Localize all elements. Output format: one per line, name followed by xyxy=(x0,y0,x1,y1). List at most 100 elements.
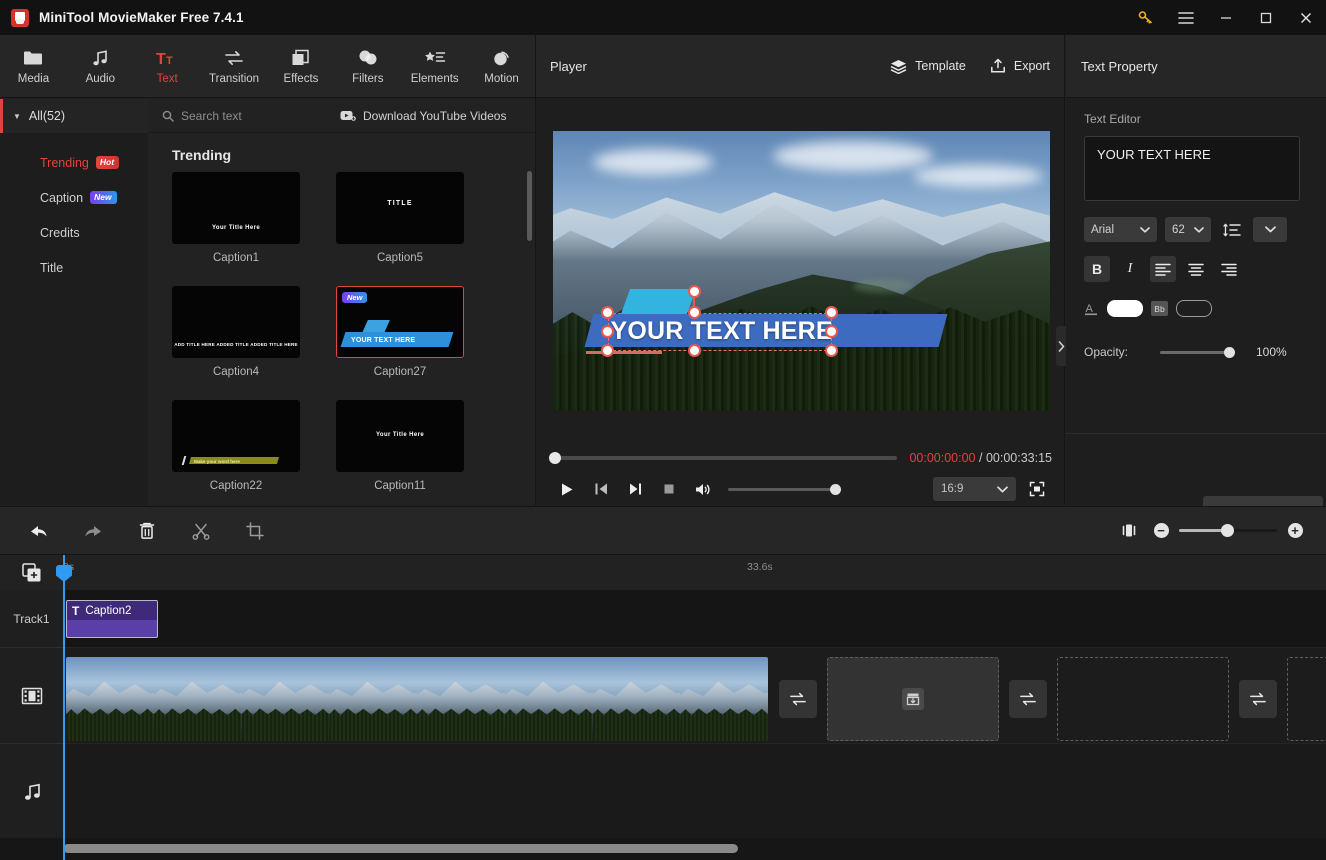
track-header-video[interactable] xyxy=(0,648,63,744)
text-editor-input[interactable]: YOUR TEXT HERE xyxy=(1084,136,1300,201)
media-drop-slot-2[interactable] xyxy=(1057,657,1229,741)
progress-knob[interactable] xyxy=(549,452,561,464)
aspect-ratio-select[interactable]: 16:9 xyxy=(933,477,1016,501)
tool-filters[interactable]: Filters xyxy=(334,35,401,98)
zoom-knob[interactable] xyxy=(1221,524,1234,537)
resize-handle-bottom-right[interactable] xyxy=(825,344,838,357)
fit-timeline-button[interactable] xyxy=(1112,514,1146,548)
template-card-caption27[interactable]: New YOUR TEXT HERE Caption27 xyxy=(336,286,464,378)
template-card-caption4[interactable]: ADD TITLE HERE ADDED TITLE ADDED TITLE H… xyxy=(172,286,300,378)
template-card-caption5[interactable]: TITLE Caption5 xyxy=(336,172,464,264)
opacity-slider[interactable] xyxy=(1160,351,1230,354)
transition-slot-2[interactable] xyxy=(1009,680,1047,718)
next-frame-button[interactable] xyxy=(618,473,652,505)
all-categories-row[interactable]: ▼ All(52) xyxy=(0,99,148,133)
maximize-icon[interactable] xyxy=(1246,0,1286,35)
stop-button[interactable] xyxy=(652,473,686,505)
resize-handle-bottom-left[interactable] xyxy=(601,344,614,357)
zoom-in-button[interactable]: + xyxy=(1280,523,1310,538)
template-card-caption22[interactable]: Make your word here Caption22 xyxy=(172,400,300,492)
transition-slot-1[interactable] xyxy=(779,680,817,718)
align-left-button[interactable] xyxy=(1150,256,1176,282)
menu-icon[interactable] xyxy=(1166,0,1206,35)
zoom-out-button[interactable]: − xyxy=(1146,523,1176,538)
tool-elements[interactable]: Elements xyxy=(401,35,468,98)
sidebar-item-caption[interactable]: Caption New xyxy=(0,180,148,215)
text-color-swatch[interactable] xyxy=(1107,300,1143,317)
sidebar-item-credits[interactable]: Credits xyxy=(0,215,148,250)
key-icon[interactable] xyxy=(1126,0,1166,35)
progress-slider[interactable] xyxy=(550,456,897,460)
template-scrollbar[interactable] xyxy=(527,171,532,241)
volume-knob[interactable] xyxy=(830,484,841,495)
line-spacing-button[interactable] xyxy=(1219,217,1245,242)
rotate-handle[interactable] xyxy=(688,285,701,298)
close-icon[interactable] xyxy=(1286,0,1326,35)
hot-badge: Hot xyxy=(96,156,119,168)
resize-handle-top-left[interactable] xyxy=(601,306,614,319)
text-overlay[interactable]: YOUR TEXT HERE xyxy=(583,309,953,347)
font-family-select[interactable]: Arial xyxy=(1084,217,1157,242)
timeline-horizontal-scrollbar[interactable] xyxy=(63,844,738,853)
resize-handle-middle-left[interactable] xyxy=(601,325,614,338)
align-right-button[interactable] xyxy=(1216,256,1242,282)
tool-motion[interactable]: Motion xyxy=(468,35,535,98)
search-input[interactable]: Search text xyxy=(148,109,338,123)
template-card-caption1[interactable]: Your Title Here Caption1 xyxy=(172,172,300,264)
transition-slot-3[interactable] xyxy=(1239,680,1277,718)
tool-transition[interactable]: Transition xyxy=(201,35,268,98)
resize-handle-top-center[interactable] xyxy=(688,306,701,319)
sidebar-item-trending[interactable]: Trending Hot xyxy=(0,145,148,180)
outline-bb-icon[interactable]: Bb xyxy=(1151,301,1168,316)
text-track-row[interactable]: T Caption2 xyxy=(63,590,1326,648)
text-clip[interactable]: T Caption2 xyxy=(66,600,158,638)
add-media-button[interactable] xyxy=(20,561,44,585)
play-button[interactable] xyxy=(550,473,584,505)
track-header-audio[interactable] xyxy=(0,744,63,840)
tool-text[interactable]: TT Text xyxy=(134,35,201,98)
scissors-icon xyxy=(192,522,210,540)
opacity-knob[interactable] xyxy=(1224,347,1235,358)
bold-button[interactable]: B xyxy=(1084,256,1110,282)
tool-media[interactable]: Media xyxy=(0,35,67,98)
delete-button[interactable] xyxy=(120,506,174,555)
resize-handle-middle-right[interactable] xyxy=(825,325,838,338)
media-drop-slot-3[interactable] xyxy=(1287,657,1326,741)
text-color-a-icon[interactable]: A xyxy=(1084,301,1099,317)
font-size-select[interactable]: 62 xyxy=(1165,217,1211,242)
sidebar-item-title[interactable]: Title xyxy=(0,250,148,285)
timeline-ruler[interactable]: 0s 33.6s xyxy=(0,555,1326,590)
template-card-caption11[interactable]: Your Title Here Caption11 xyxy=(336,400,464,492)
crop-button[interactable] xyxy=(228,506,282,555)
tool-effects[interactable]: Effects xyxy=(268,35,335,98)
previous-frame-button[interactable] xyxy=(584,473,618,505)
zoom-slider[interactable] xyxy=(1179,529,1277,532)
volume-button[interactable] xyxy=(686,473,720,505)
video-preview[interactable]: YOUR TEXT HERE xyxy=(553,131,1050,411)
redo-button[interactable] xyxy=(66,506,120,555)
italic-button[interactable]: I xyxy=(1117,256,1143,282)
thumbnail-preview-text: Your Title Here xyxy=(212,225,260,231)
more-text-options-button[interactable] xyxy=(1253,217,1287,242)
video-track-row[interactable] xyxy=(63,648,1326,744)
media-drop-slot-1[interactable] xyxy=(827,657,999,741)
minimize-icon[interactable] xyxy=(1206,0,1246,35)
music-note-icon xyxy=(22,782,42,802)
fullscreen-button[interactable] xyxy=(1022,474,1052,504)
folder-icon xyxy=(23,48,43,68)
outline-color-swatch[interactable] xyxy=(1176,300,1212,317)
video-clip[interactable] xyxy=(66,657,768,741)
track-header-text[interactable]: Track1 xyxy=(0,590,63,648)
resize-handle-bottom-center[interactable] xyxy=(688,344,701,357)
align-center-button[interactable] xyxy=(1183,256,1209,282)
split-button[interactable] xyxy=(174,506,228,555)
tool-audio[interactable]: Audio xyxy=(67,35,134,98)
download-youtube-button[interactable]: Download YouTube Videos xyxy=(340,109,506,123)
resize-handle-top-right[interactable] xyxy=(825,306,838,319)
playhead[interactable] xyxy=(63,555,65,860)
template-button[interactable]: Template xyxy=(890,59,966,74)
volume-slider[interactable] xyxy=(728,488,838,491)
export-button[interactable]: Export xyxy=(990,58,1050,74)
undo-button[interactable] xyxy=(12,506,66,555)
audio-track-row[interactable] xyxy=(63,744,1326,840)
